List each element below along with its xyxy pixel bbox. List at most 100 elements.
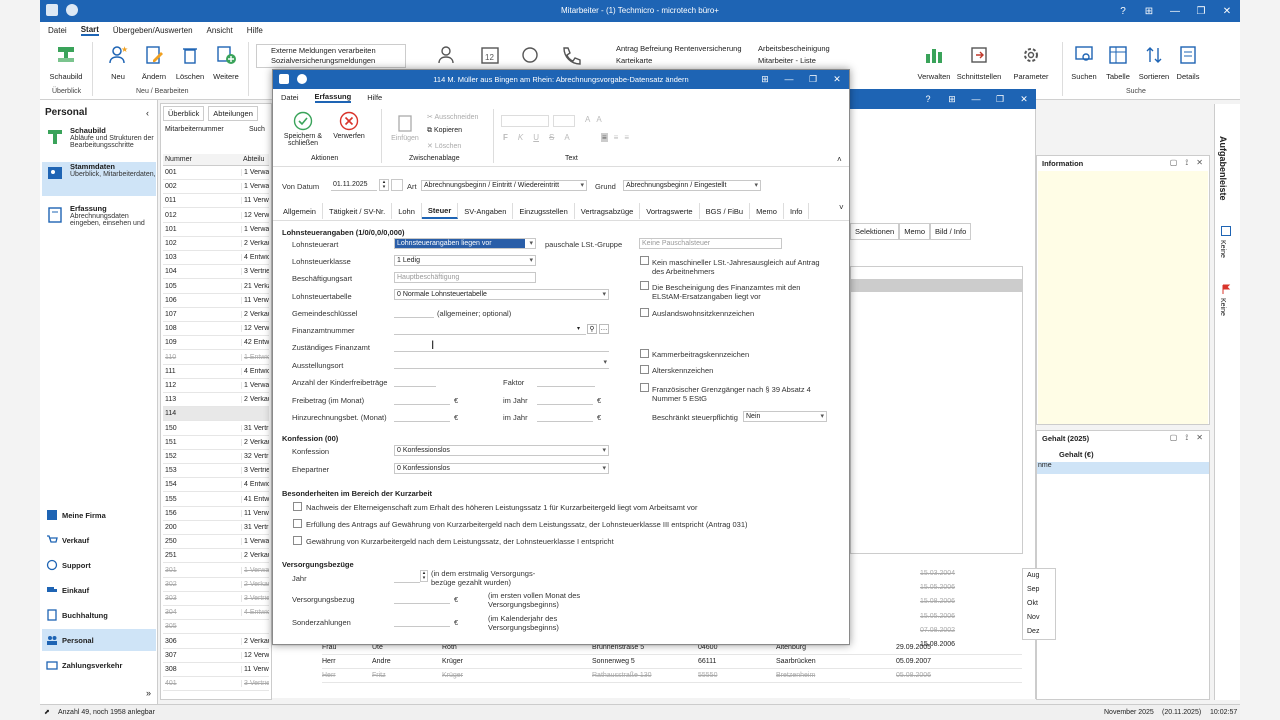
loeschen-button[interactable]: Löschen xyxy=(172,44,208,81)
sonder-field[interactable] xyxy=(394,616,450,627)
shrink-font-icon[interactable]: A xyxy=(596,115,601,124)
dialog-menu-erfassung[interactable]: Erfassung xyxy=(314,92,352,103)
suchen-button[interactable]: Suchen xyxy=(1066,44,1102,81)
table-row[interactable]: 150 31 Vertri xyxy=(163,422,269,436)
sidebar-item-schaubild[interactable]: Schaubild Abläufe und Strukturen der Bea… xyxy=(42,126,156,160)
table-row[interactable]: 303 3 Vertrie xyxy=(163,592,269,606)
underline-icon[interactable]: U xyxy=(533,133,539,142)
more-nav-icon[interactable]: » xyxy=(146,688,151,698)
table-row[interactable]: 001 1 Verwa xyxy=(163,166,269,180)
checkbox-lohnsteuerklasse-1[interactable] xyxy=(293,536,302,545)
maximize-panel-icon[interactable]: ▢ xyxy=(1170,158,1178,168)
person-action-button[interactable] xyxy=(428,44,464,72)
tab-info[interactable]: Info xyxy=(784,203,810,219)
verwalten-button[interactable]: Verwalten xyxy=(916,44,952,81)
checkbox-antrag-031[interactable] xyxy=(293,519,302,528)
close-panel-icon[interactable]: ✕ xyxy=(1196,433,1203,443)
table-row[interactable]: 113 2 Verkau xyxy=(163,393,269,408)
list-item[interactable]: Arbeitsbescheinigung xyxy=(748,44,830,53)
bold-icon[interactable]: F xyxy=(503,133,508,142)
kopieren-button[interactable]: ⧉ Kopieren xyxy=(427,127,462,135)
kinder-field[interactable] xyxy=(394,376,436,387)
minimize-button[interactable]: — xyxy=(964,89,988,109)
pin-icon[interactable]: ⟟ xyxy=(1185,158,1188,168)
ausstellungsort-select[interactable] xyxy=(394,358,609,369)
col-header-nummer[interactable]: Nummer xyxy=(163,156,241,163)
menu-datei[interactable]: Datei xyxy=(48,26,67,35)
einfuegen-button[interactable]: Einfügen xyxy=(389,113,421,142)
versorgungsbezug-field[interactable] xyxy=(394,593,450,604)
freibetrag-monat-field[interactable] xyxy=(394,394,450,405)
lohnsteuerklasse-select[interactable]: 1 Ledig xyxy=(394,255,536,266)
search-icon[interactable]: ⚲ xyxy=(587,324,597,334)
schaubild-button[interactable]: Schaubild xyxy=(46,44,86,81)
hinzurechnung-jahr-field[interactable] xyxy=(537,411,593,422)
faktor-field[interactable] xyxy=(537,376,595,387)
list-item[interactable]: Karteikarte xyxy=(606,56,652,65)
table-row[interactable]: 002 1 Verwa xyxy=(163,180,269,195)
tab-steuer[interactable]: Steuer xyxy=(421,203,459,219)
weitere-button[interactable]: Weitere xyxy=(208,44,244,81)
checkbox-grenzgaenger[interactable] xyxy=(640,383,649,392)
tab-vortragswerte[interactable]: Vortragswerte xyxy=(640,203,700,219)
align-left-icon[interactable]: ≡ xyxy=(601,133,608,142)
menu-ansicht[interactable]: Ansicht xyxy=(207,26,233,35)
finanzamtnr-field[interactable] xyxy=(394,324,586,335)
ausschneiden-button[interactable]: ✂ Ausschneiden xyxy=(427,113,478,121)
neu-button[interactable]: ★ Neu xyxy=(100,44,136,81)
table-row[interactable]: 251 2 Verkau xyxy=(163,549,269,564)
schnittstellen-button[interactable]: Schnittstellen xyxy=(956,44,1002,81)
maximize-button[interactable]: ❐ xyxy=(801,70,825,89)
tab-ueberblick[interactable]: Überblick xyxy=(163,106,205,121)
beschaeftigungsart-field[interactable]: Hauptbeschäftigung xyxy=(394,272,536,283)
tab-bild-info[interactable]: Bild / Info xyxy=(930,223,972,240)
table-row[interactable]: 302 2 Verkau xyxy=(163,578,269,592)
table-row[interactable]: 304 4 Entwic xyxy=(163,606,269,621)
pin-icon[interactable]: ⟟ xyxy=(1185,433,1188,443)
nav-support[interactable]: Support xyxy=(42,554,156,576)
nav-einkauf[interactable]: Einkauf xyxy=(42,579,156,601)
nav-verkauf[interactable]: Verkauf xyxy=(42,529,156,551)
list-item[interactable]: Antrag Befreiung Rentenversicherung xyxy=(606,44,742,53)
menu-start[interactable]: Start xyxy=(80,25,99,36)
sidebar-item-erfassung[interactable]: Erfassung Abrechnungsdaten eingeben, ein… xyxy=(42,204,156,238)
flag-icon[interactable] xyxy=(1221,284,1231,294)
tab-selektionen[interactable]: Selektionen xyxy=(850,223,900,240)
table-row[interactable]: 153 3 Vertrie xyxy=(163,464,269,479)
nav-zahlungsverkehr[interactable]: Zahlungsverkehr xyxy=(42,654,156,676)
font-family-select[interactable] xyxy=(501,115,549,127)
italic-icon[interactable]: K xyxy=(518,133,523,142)
checkbox-kammerbeitrag[interactable] xyxy=(640,349,649,358)
lohnsteuertabelle-select[interactable]: 0 Normale Lohnsteuertabelle xyxy=(394,289,609,300)
date-stepper[interactable]: ▴ ▾ xyxy=(379,179,389,191)
menu-uebergeben[interactable]: Übergeben/Auswerten xyxy=(113,26,193,35)
tab-sv-angaben[interactable]: SV-Angaben xyxy=(458,203,514,219)
konfession-select[interactable]: 0 Konfessionslos xyxy=(394,445,609,456)
ehepartner-select[interactable]: 0 Konfessionslos xyxy=(394,463,609,474)
grund-select[interactable]: Abrechnungsbeginn / Eingestellt xyxy=(623,180,761,191)
parameter-button[interactable]: Parameter xyxy=(1008,44,1054,81)
checkbox-elstam-bescheinigung[interactable] xyxy=(640,281,649,290)
menu-hilfe[interactable]: Hilfe xyxy=(247,26,263,35)
table-row[interactable]: 306 2 Verkau xyxy=(163,635,269,649)
table-row[interactable]: 101 1 Verwa xyxy=(163,223,269,237)
tab-bgs-fibu[interactable]: BGS / FiBu xyxy=(700,203,751,219)
table-row[interactable]: 011 11 Verw xyxy=(163,194,269,209)
table-row[interactable]: 156 11 Verw xyxy=(163,507,269,521)
close-button[interactable]: ✕ xyxy=(1012,89,1036,109)
align-right-icon[interactable]: ≡ xyxy=(624,133,629,142)
pauschale-field[interactable]: Keine Pauschalsteuer xyxy=(639,238,782,249)
checkbox-kein-jahresausgleich[interactable] xyxy=(640,256,649,265)
art-select[interactable]: Abrechnungsbeginn / Eintritt / Wiederein… xyxy=(421,180,587,191)
phone-button[interactable] xyxy=(552,44,588,72)
checkbox-elterneigenschaft[interactable] xyxy=(293,502,302,511)
beschraenkt-select[interactable]: Nein xyxy=(743,411,827,422)
table-row[interactable]: 108 12 Verw xyxy=(163,322,269,337)
more-options-icon[interactable]: … xyxy=(599,324,609,334)
font-color-icon[interactable]: A xyxy=(564,133,569,142)
loeschen-button[interactable]: ✕ Löschen xyxy=(427,142,461,150)
tab-taetigkeit[interactable]: Tätigkeit / SV-Nr. xyxy=(323,203,393,219)
aufgabenleiste-label[interactable]: Aufgabenleiste xyxy=(1218,136,1228,201)
maximize-button[interactable]: ❐ xyxy=(1188,0,1214,22)
table-row[interactable]: 107 2 Verkau xyxy=(163,308,269,322)
